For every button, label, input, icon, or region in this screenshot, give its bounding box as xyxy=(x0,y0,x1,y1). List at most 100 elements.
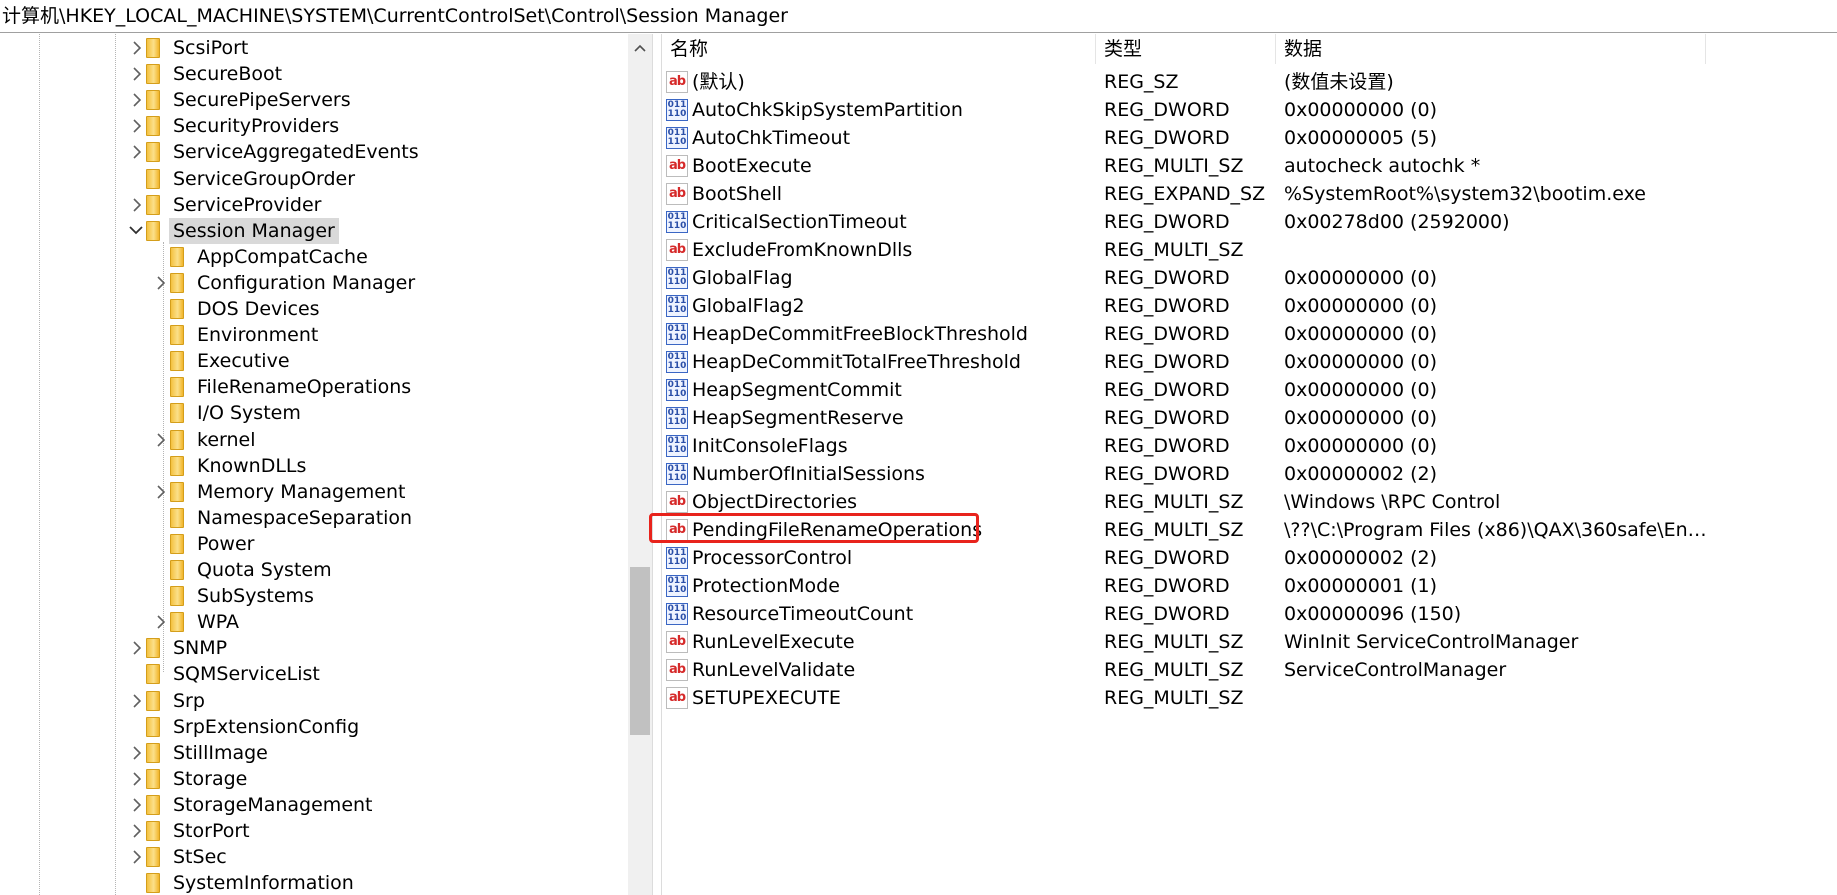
value-row[interactable]: 011 110 AutoChkTimeout REG_DWORD 0x00000005 … xyxy=(662,124,1837,152)
value-row[interactable]: ab SETUPEXECUTE REG_MULTI_SZ xyxy=(662,684,1837,712)
tree-item[interactable]: ServiceGroupOrder xyxy=(126,166,359,192)
tree-item-label: kernel xyxy=(197,428,256,451)
registry-key-tree[interactable]: ScsiPort SecureBoot SecurePipeServers Secur… xyxy=(0,34,630,895)
tree-item[interactable]: Session Manager xyxy=(126,217,339,244)
tree-item[interactable]: WPA xyxy=(150,609,243,635)
tree-item[interactable]: FileRenameOperations xyxy=(150,374,415,400)
tree-item[interactable]: ServiceAggregatedEvents xyxy=(126,139,423,165)
value-row[interactable]: 011 110 ResourceTimeoutCount REG_DWORD 0x000… xyxy=(662,600,1837,628)
chevron-right-icon[interactable] xyxy=(126,688,146,714)
value-row[interactable]: ab RunLevelValidate REG_MULTI_SZ ServiceCon… xyxy=(662,656,1837,684)
chevron-down-icon[interactable] xyxy=(126,218,146,244)
tree-item[interactable]: Quota System xyxy=(150,557,336,583)
value-row[interactable]: 011 110 CriticalSectionTimeout REG_DWORD 0x0… xyxy=(662,208,1837,236)
value-row[interactable]: 011 110 GlobalFlag2 REG_DWORD 0x00000000 (0) xyxy=(662,292,1837,320)
tree-item[interactable]: ServiceProvider xyxy=(126,192,325,218)
value-row[interactable]: ab ExcludeFromKnownDlls REG_MULTI_SZ xyxy=(662,236,1837,264)
binary-icon-glyph: 110 xyxy=(667,109,687,119)
value-name: PendingFileRenameOperations xyxy=(692,519,983,541)
chevron-right-icon[interactable] xyxy=(126,35,146,61)
tree-item-label: Quota System xyxy=(197,559,332,581)
tree-scrollbar[interactable] xyxy=(628,34,652,895)
value-type: REG_DWORD xyxy=(1104,603,1230,625)
tree-item[interactable]: SubSystems xyxy=(150,583,318,609)
tree-item[interactable]: SecurePipeServers xyxy=(126,87,355,113)
value-row[interactable]: 011 110 AutoChkSkipSystemPartition REG_DWOR… xyxy=(662,96,1837,124)
tree-item[interactable]: Memory Management xyxy=(150,479,409,505)
chevron-right-icon[interactable] xyxy=(150,270,170,296)
value-name-cell: ab ObjectDirectories xyxy=(666,488,1076,516)
chevron-right-icon[interactable] xyxy=(126,61,146,87)
tree-item[interactable]: SystemInformation xyxy=(126,870,358,895)
chevron-right-icon[interactable] xyxy=(126,87,146,113)
tree-item[interactable]: StSec xyxy=(126,844,231,870)
chevron-right-icon[interactable] xyxy=(126,635,146,661)
value-row[interactable]: ab BootExecute REG_MULTI_SZ autocheck autoc… xyxy=(662,152,1837,180)
tree-item-label: SecureBoot xyxy=(173,63,283,86)
value-row[interactable]: 011 110 InitConsoleFlags REG_DWORD 0x0000000… xyxy=(662,432,1837,460)
tree-item[interactable]: StorPort xyxy=(126,818,254,844)
column-header-name[interactable]: 名称 xyxy=(662,34,1096,64)
value-name-cell: ab BootExecute xyxy=(666,152,1076,180)
tree-item[interactable]: StorageManagement xyxy=(126,792,377,818)
registry-values-list[interactable]: 名称 类型 数据 ab (默认) REG_SZ (数值未设置) 011 110 AutoCh… xyxy=(662,34,1837,895)
chevron-right-icon[interactable] xyxy=(126,766,146,792)
tree-item[interactable]: SecureBoot xyxy=(126,61,286,87)
tree-item[interactable]: Environment xyxy=(150,322,322,348)
tree-item[interactable]: KnownDLLs xyxy=(150,453,310,479)
folder-icon xyxy=(146,690,160,711)
tree-item[interactable]: DOS Devices xyxy=(150,296,324,322)
tree-item[interactable]: AppCompatCache xyxy=(150,244,372,270)
tree-item[interactable]: SNMP xyxy=(126,635,231,661)
value-row[interactable]: 011 110 HeapDeCommitTotalFreeThreshold REG_… xyxy=(662,348,1837,376)
tree-item[interactable]: kernel xyxy=(150,427,260,453)
pane-splitter[interactable] xyxy=(652,34,662,895)
tree-item[interactable]: Srp xyxy=(126,688,209,714)
value-row[interactable]: 011 110 GlobalFlag REG_DWORD 0x00000000 (0) xyxy=(662,264,1837,292)
chevron-right-icon[interactable] xyxy=(126,192,146,218)
tree-item[interactable]: Executive xyxy=(150,348,294,374)
folder-icon xyxy=(146,821,160,841)
tree-item[interactable]: SQMServiceList xyxy=(126,661,324,687)
chevron-right-icon[interactable] xyxy=(126,844,146,870)
column-header-data[interactable]: 数据 xyxy=(1276,34,1706,64)
scroll-up-button[interactable] xyxy=(628,34,652,62)
tree-item-label: StorPort xyxy=(173,820,250,842)
value-row[interactable]: 011 110 HeapDeCommitFreeBlockThreshold REG_… xyxy=(662,320,1837,348)
tree-item[interactable]: SrpExtensionConfig xyxy=(126,714,363,740)
tree-item[interactable]: SecurityProviders xyxy=(126,113,343,139)
chevron-right-icon[interactable] xyxy=(150,479,170,505)
value-row[interactable]: ab BootShell REG_EXPAND_SZ %SystemRoot%\sys… xyxy=(662,180,1837,208)
column-header-type[interactable]: 类型 xyxy=(1096,34,1276,64)
chevron-right-icon[interactable] xyxy=(150,427,170,453)
string-value-icon: ab xyxy=(666,71,688,93)
tree-item[interactable]: StillImage xyxy=(126,740,272,766)
value-row-highlighted[interactable]: ab PendingFileRenameOperations REG_MULTI_S… xyxy=(662,516,1837,544)
value-row[interactable]: 011 110 NumberOfInitialSessions REG_DWORD 0x… xyxy=(662,460,1837,488)
value-row[interactable]: 011 110 ProtectionMode REG_DWORD 0x00000001 … xyxy=(662,572,1837,600)
folder-icon xyxy=(146,90,160,111)
chevron-right-icon[interactable] xyxy=(150,609,170,635)
string-value-icon: ab xyxy=(666,239,688,261)
value-row[interactable]: 011 110 HeapSegmentReserve REG_DWORD 0x00000… xyxy=(662,404,1837,432)
binary-value-icon: 011 110 xyxy=(666,267,688,289)
chevron-right-icon[interactable] xyxy=(126,792,146,818)
value-row[interactable]: 011 110 HeapSegmentCommit REG_DWORD 0x000000… xyxy=(662,376,1837,404)
tree-item[interactable]: Storage xyxy=(126,766,251,792)
value-row[interactable]: ab (默认) REG_SZ (数值未设置) xyxy=(662,68,1837,96)
chevron-right-icon[interactable] xyxy=(126,139,146,165)
chevron-right-icon[interactable] xyxy=(126,740,146,766)
tree-item[interactable]: Configuration Manager xyxy=(150,270,419,296)
value-type: REG_DWORD xyxy=(1104,323,1230,345)
tree-item[interactable]: Power xyxy=(150,531,258,557)
address-bar[interactable]: 计算机\HKEY_LOCAL_MACHINE\SYSTEM\CurrentCon… xyxy=(0,0,1837,33)
tree-item[interactable]: NamespaceSeparation xyxy=(150,505,416,531)
chevron-right-icon[interactable] xyxy=(126,818,146,844)
value-row[interactable]: ab ObjectDirectories REG_MULTI_SZ \Windows … xyxy=(662,488,1837,516)
value-row[interactable]: 011 110 ProcessorControl REG_DWORD 0x0000000… xyxy=(662,544,1837,572)
scroll-thumb[interactable] xyxy=(630,567,650,735)
tree-item[interactable]: I/O System xyxy=(150,400,305,426)
value-row[interactable]: ab RunLevelExecute REG_MULTI_SZ WinInit Ser… xyxy=(662,628,1837,656)
chevron-right-icon[interactable] xyxy=(126,113,146,139)
tree-item[interactable]: ScsiPort xyxy=(126,35,252,61)
